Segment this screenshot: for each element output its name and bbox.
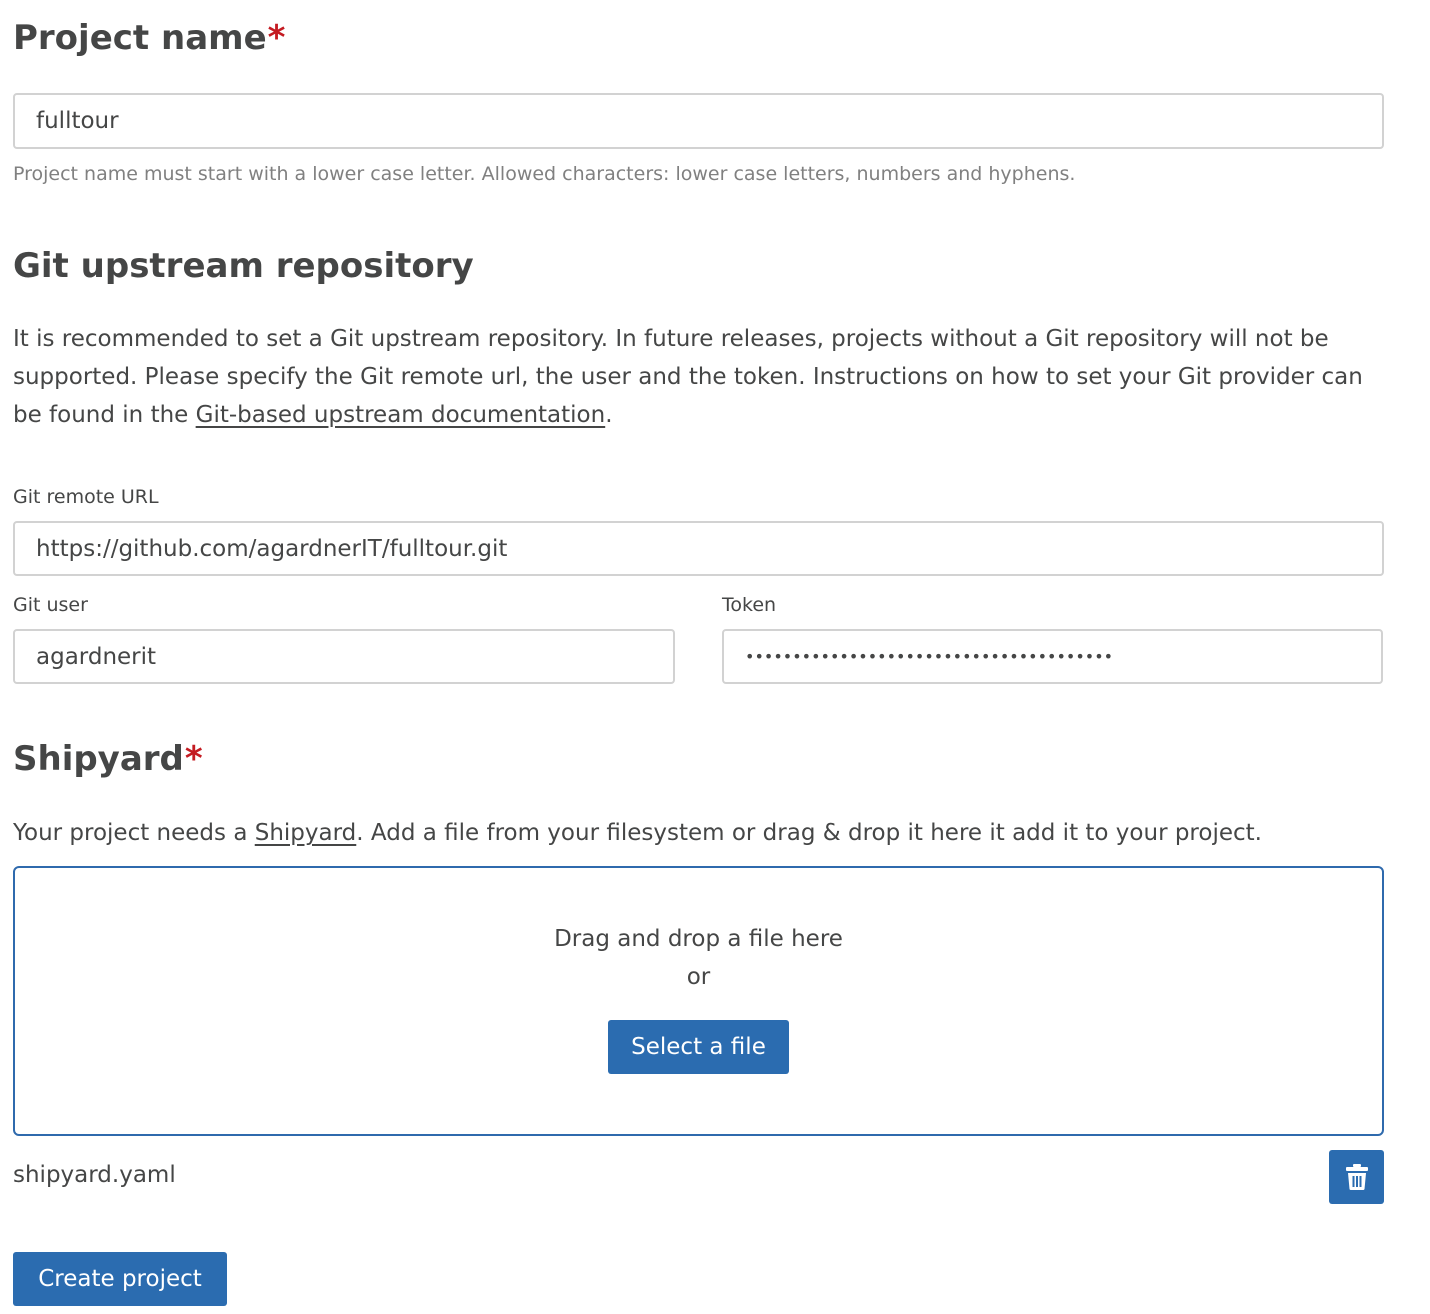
shipyard-description-end: . Add a file from your filesystem or dra… — [356, 820, 1262, 846]
shipyard-description-text: Your project needs a — [13, 820, 255, 846]
dropzone-or: or — [686, 964, 711, 990]
git-user-value: agardnerit — [36, 643, 157, 670]
required-marker: * — [184, 739, 203, 779]
git-upstream-heading: Git upstream repository — [13, 246, 474, 286]
dropzone-instruction: Drag and drop a file here — [554, 926, 843, 952]
git-remote-url-value: https://github.com/agardnerIT/fulltour.g… — [36, 535, 508, 562]
project-name-input[interactable]: fulltour — [13, 93, 1384, 149]
git-user-input[interactable]: agardnerit — [13, 629, 675, 684]
token-input[interactable]: ••••••••••••••••••••••••••••••••••••••• — [722, 629, 1383, 684]
project-name-heading: Project name* — [13, 18, 285, 58]
shipyard-heading-text: Shipyard — [13, 739, 184, 779]
git-description-end: . — [605, 402, 613, 428]
required-marker: * — [267, 18, 286, 58]
project-name-heading-text: Project name — [13, 18, 267, 58]
shipyard-link[interactable]: Shipyard — [255, 820, 357, 846]
delete-file-button[interactable] — [1329, 1150, 1384, 1204]
git-user-label: Git user — [13, 594, 88, 616]
git-remote-url-label: Git remote URL — [13, 486, 159, 508]
shipyard-dropzone[interactable]: Drag and drop a file here or Select a fi… — [13, 866, 1384, 1136]
create-project-button[interactable]: Create project — [13, 1252, 227, 1306]
shipyard-heading: Shipyard* — [13, 739, 203, 779]
token-value: ••••••••••••••••••••••••••••••••••••••• — [745, 647, 1114, 666]
project-name-value: fulltour — [36, 108, 119, 134]
project-name-hint: Project name must start with a lower cas… — [13, 163, 1076, 185]
git-docs-link[interactable]: Git-based upstream documentation — [196, 402, 606, 428]
token-label: Token — [722, 594, 777, 616]
select-file-button[interactable]: Select a file — [608, 1020, 789, 1074]
git-upstream-description: It is recommended to set a Git upstream … — [13, 320, 1388, 434]
trash-icon — [1345, 1164, 1368, 1190]
selected-file-name: shipyard.yaml — [13, 1162, 176, 1188]
shipyard-description: Your project needs a Shipyard. Add a fil… — [13, 814, 1388, 852]
git-remote-url-input[interactable]: https://github.com/agardnerIT/fulltour.g… — [13, 521, 1384, 576]
